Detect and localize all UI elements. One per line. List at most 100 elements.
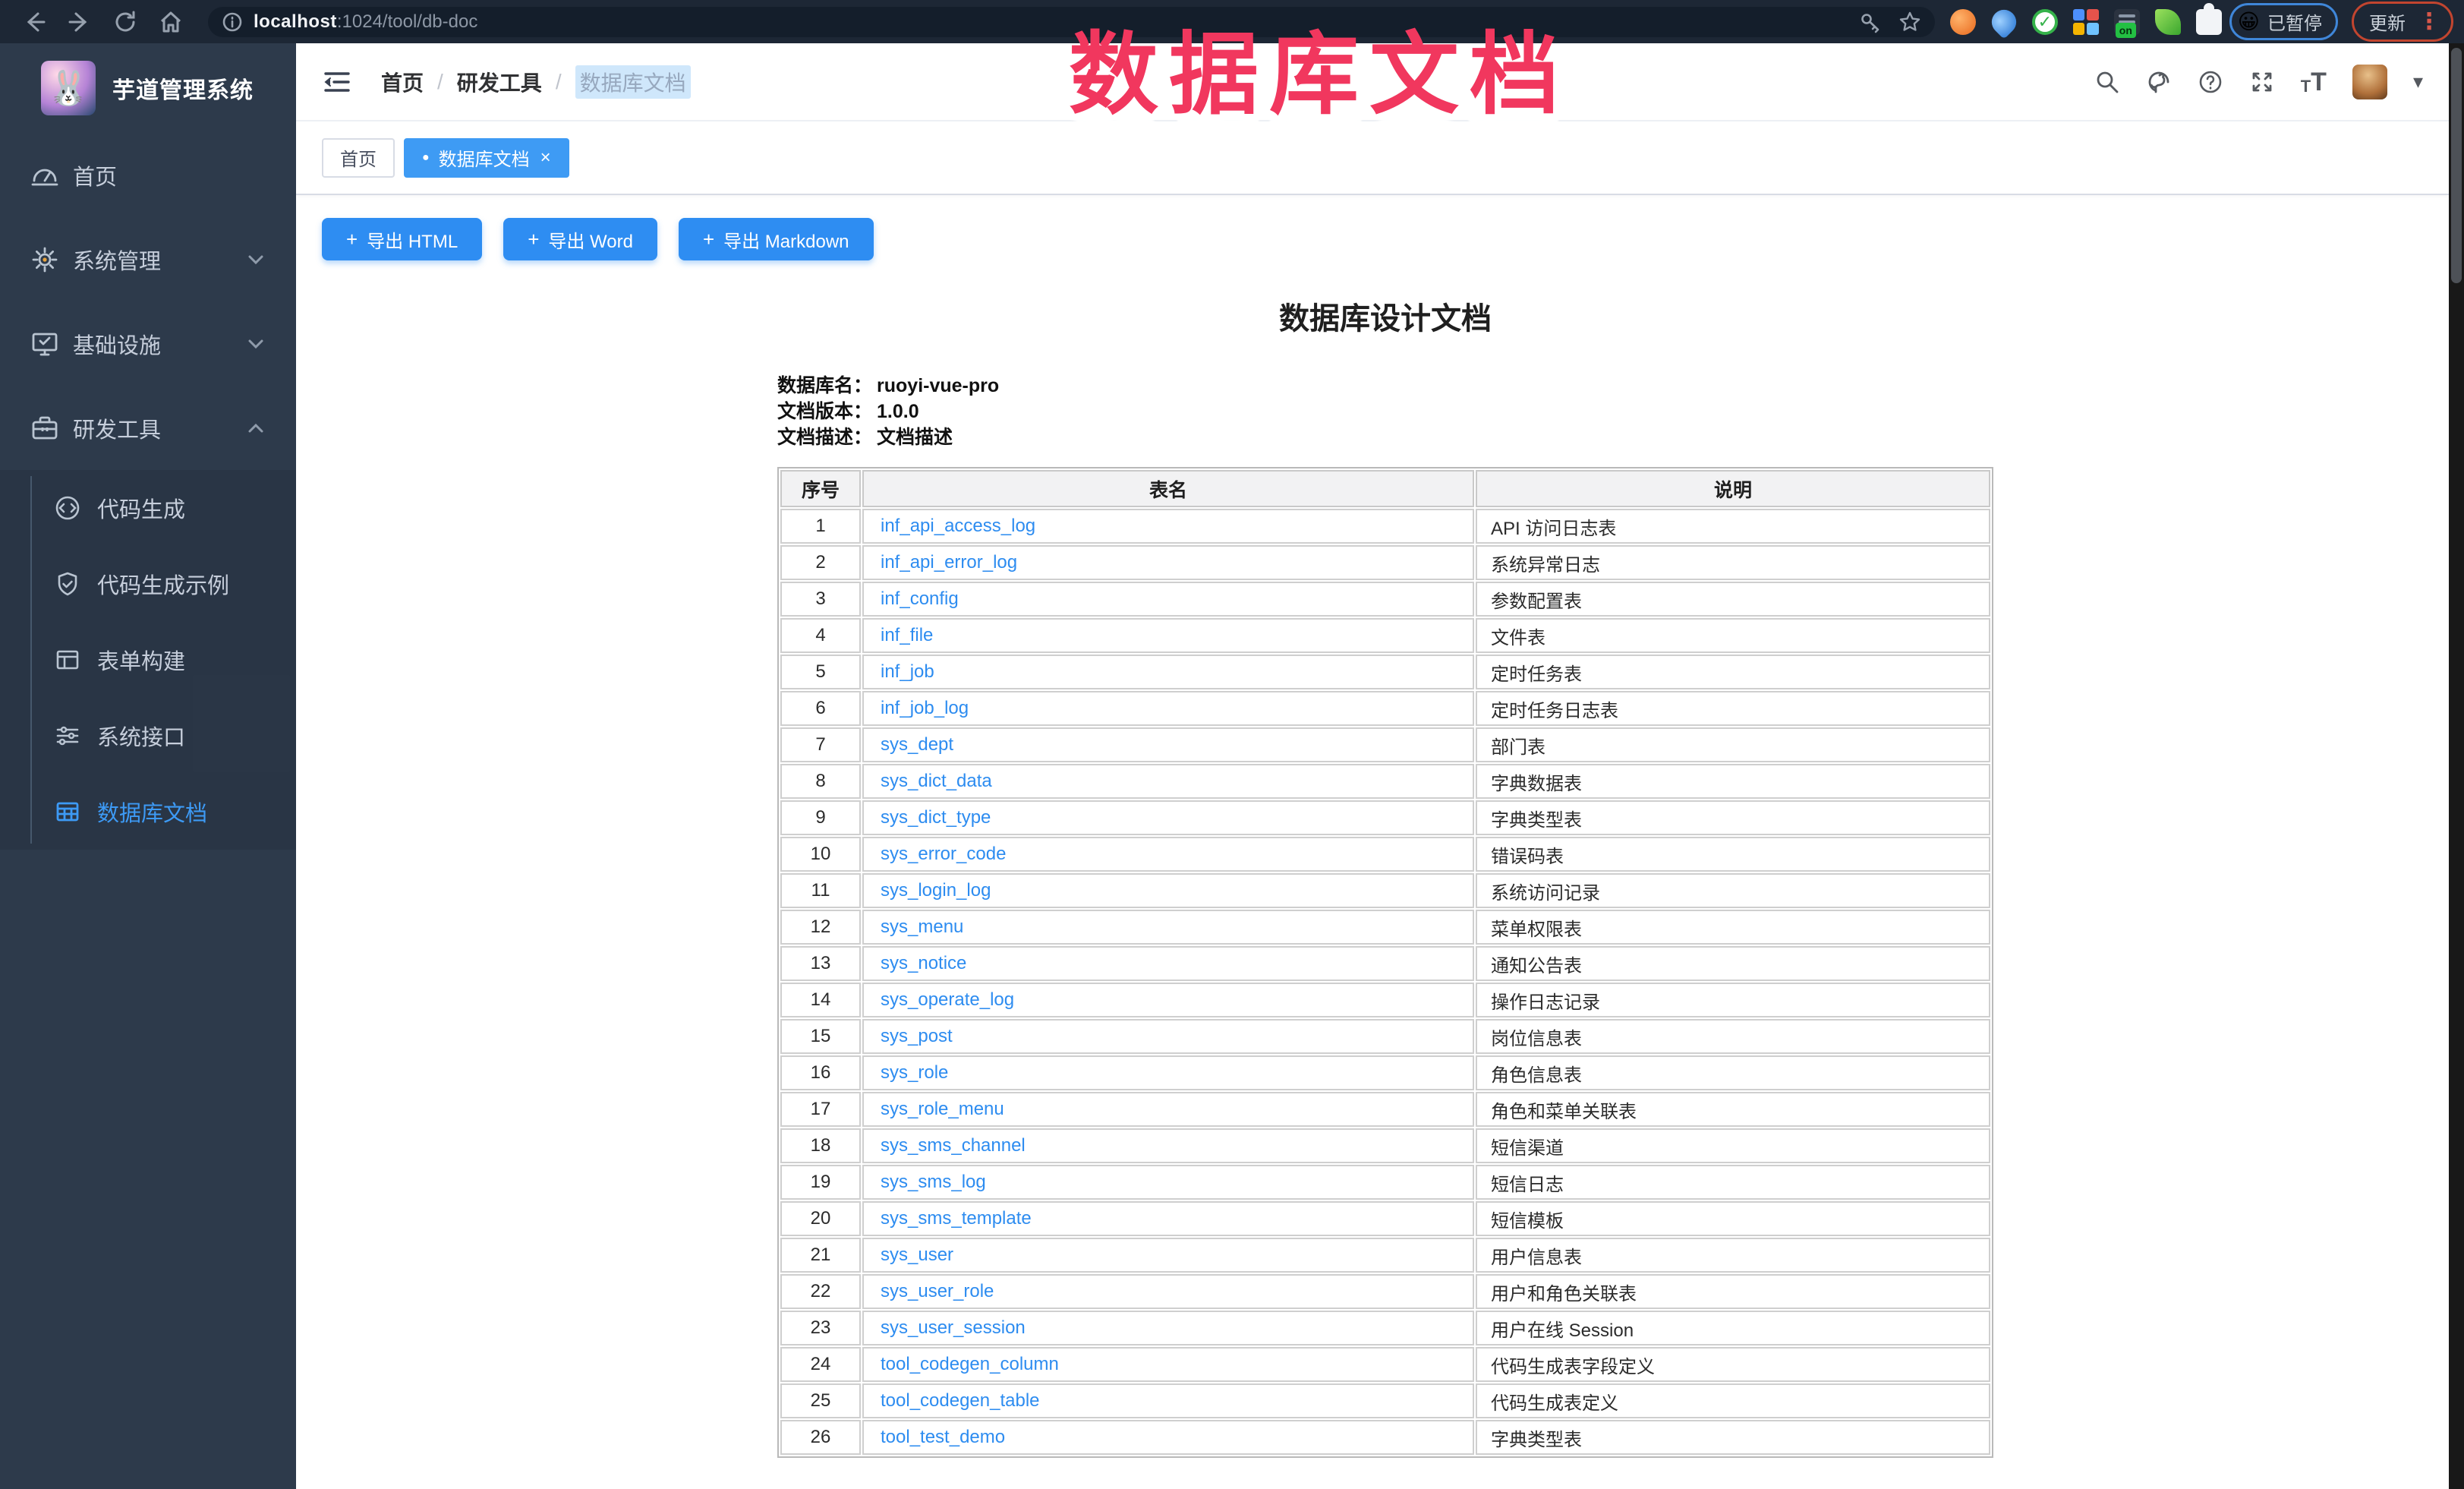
row-desc: 通知公告表 (1476, 946, 1990, 981)
sidebar-item-system[interactable]: 系统管理 (0, 217, 296, 301)
table-link[interactable]: inf_job_log (881, 698, 969, 718)
scrollbar-thumb[interactable] (2451, 48, 2462, 283)
doc-title: 数据库设计文档 (777, 294, 1993, 338)
site-info-icon[interactable] (222, 11, 243, 33)
tags-view-bar: 首页 ● 数据库文档 × (296, 121, 2449, 195)
sidebar-item-api[interactable]: 系统接口 (0, 698, 296, 774)
table-link[interactable]: tool_codegen_column (881, 1354, 1059, 1374)
fullscreen-icon[interactable] (2249, 69, 2275, 95)
toolbox-icon (30, 414, 59, 443)
reload-icon[interactable] (112, 9, 138, 35)
table-link[interactable]: sys_login_log (881, 880, 991, 901)
row-desc: API 访问日志表 (1476, 509, 1990, 544)
breadcrumb-devtools[interactable]: 研发工具 (457, 67, 542, 97)
table-link[interactable]: sys_dept (881, 734, 953, 755)
table-link[interactable]: sys_notice (881, 953, 966, 973)
sidebar-item-infra[interactable]: 基础设施 (0, 301, 296, 386)
browser-toolbar: localhost :1024/tool/db-doc ✓ on 😀 已暂停 更… (0, 0, 2464, 43)
table-link[interactable]: sys_role (881, 1062, 948, 1083)
table-link[interactable]: inf_file (881, 625, 933, 645)
table-link[interactable]: tool_test_demo (881, 1427, 1005, 1447)
row-desc: 用户信息表 (1476, 1238, 1990, 1273)
table-link[interactable]: sys_sms_channel (881, 1135, 1026, 1156)
ext-dark-stack-icon[interactable]: on (2114, 9, 2140, 35)
sidebar-item-devtools[interactable]: 研发工具 (0, 386, 296, 470)
table-link[interactable]: sys_dict_type (881, 807, 991, 828)
tab-home[interactable]: 首页 (322, 138, 395, 178)
export-markdown-button[interactable]: + 导出 Markdown (679, 218, 874, 260)
ext-color-grid-icon[interactable] (2073, 9, 2099, 35)
table-link[interactable]: sys_user (881, 1245, 953, 1265)
table-link[interactable]: sys_user_session (881, 1317, 1026, 1338)
sidebar-item-home[interactable]: 首页 (0, 133, 296, 217)
paused-extension-badge[interactable]: 😀 已暂停 (2229, 3, 2338, 40)
row-seq: 14 (780, 983, 861, 1017)
sidebar-item-form-builder[interactable]: 表单构建 (0, 622, 296, 698)
user-avatar[interactable] (2352, 65, 2387, 99)
breadcrumb-home[interactable]: 首页 (381, 67, 424, 97)
table-link[interactable]: inf_api_access_log (881, 516, 1035, 536)
export-word-button[interactable]: + 导出 Word (503, 218, 657, 260)
table-link[interactable]: inf_config (881, 588, 959, 609)
page-content: + 导出 HTML + 导出 Word + 导出 Markdown 数据库设计文… (296, 195, 2449, 1458)
gear-icon (30, 245, 59, 274)
table-row: 6 inf_job_log 定时任务日志表 (780, 691, 1990, 726)
table-link[interactable]: sys_user_role (881, 1281, 994, 1301)
search-icon[interactable] (2094, 69, 2120, 95)
sidebar-item-db-doc[interactable]: 数据库文档 (0, 774, 296, 850)
app-header: 首页 / 研发工具 / 数据库文档 TT ▾ (296, 43, 2449, 121)
row-desc: 短信渠道 (1476, 1128, 1990, 1163)
ext-puzzle-icon[interactable] (2196, 9, 2222, 35)
forward-icon[interactable] (67, 9, 93, 35)
on-badge: on (2116, 23, 2136, 38)
password-key-icon[interactable] (1859, 11, 1882, 33)
row-desc: 岗位信息表 (1476, 1019, 1990, 1054)
close-tab-icon[interactable]: × (540, 149, 551, 167)
export-html-button[interactable]: + 导出 HTML (322, 218, 482, 260)
table-link[interactable]: inf_api_error_log (881, 552, 1017, 573)
address-bar[interactable]: localhost :1024/tool/db-doc (208, 7, 1935, 37)
sidebar-item-codegen[interactable]: 代码生成 (0, 470, 296, 546)
table-link[interactable]: sys_sms_log (881, 1172, 986, 1192)
table-link[interactable]: sys_role_menu (881, 1099, 1004, 1119)
browser-menu-icon[interactable]: ⋮ (2418, 11, 2440, 33)
ext-green-leaf-icon[interactable] (2155, 9, 2181, 35)
table-row: 8 sys_dict_data 字典数据表 (780, 764, 1990, 799)
app-logo-row[interactable]: 🐰 芋道管理系统 (0, 43, 296, 133)
help-icon[interactable] (2198, 69, 2223, 95)
home-icon[interactable] (158, 9, 184, 35)
row-desc: 用户在线 Session (1476, 1311, 1990, 1345)
row-desc: 定时任务日志表 (1476, 691, 1990, 726)
table-link[interactable]: sys_sms_template (881, 1208, 1032, 1229)
avatar-caret-down-icon[interactable]: ▾ (2413, 70, 2423, 93)
table-grid-icon (55, 799, 80, 825)
col-desc: 说明 (1476, 470, 1990, 507)
github-icon[interactable] (2146, 69, 2172, 95)
font-size-icon[interactable]: TT (2301, 69, 2327, 95)
sidebar-item-codegen-demo[interactable]: 代码生成示例 (0, 546, 296, 622)
table-link[interactable]: sys_post (881, 1026, 953, 1046)
breadcrumb-current: 数据库文档 (575, 65, 691, 99)
ext-blue-pin-icon[interactable] (1987, 5, 2021, 39)
row-seq: 7 (780, 727, 861, 762)
table-link[interactable]: inf_job (881, 661, 934, 682)
tab-db-doc[interactable]: ● 数据库文档 × (404, 138, 569, 178)
table-link[interactable]: tool_codegen_table (881, 1390, 1040, 1411)
table-link[interactable]: sys_operate_log (881, 989, 1014, 1010)
row-seq: 13 (780, 946, 861, 981)
update-button[interactable]: 更新 (2369, 8, 2406, 35)
sidebar: 🐰 芋道管理系统 首页 系统管理 基础设施 研发工具 (0, 43, 296, 1489)
table-link[interactable]: sys_error_code (881, 844, 1006, 864)
page-scrollbar[interactable] (2449, 43, 2464, 1489)
sidebar-collapse-icon[interactable] (322, 67, 352, 97)
table-link[interactable]: sys_menu (881, 916, 963, 937)
ext-green-check-icon[interactable]: ✓ (2032, 9, 2058, 35)
table-row: 13 sys_notice 通知公告表 (780, 946, 1990, 981)
bookmark-star-icon[interactable] (1898, 11, 1921, 33)
back-icon[interactable] (21, 9, 47, 35)
table-link[interactable]: sys_dict_data (881, 771, 992, 791)
browser-update-area[interactable]: 更新 ⋮ (2352, 2, 2453, 42)
row-seq: 22 (780, 1274, 861, 1309)
col-name: 表名 (862, 470, 1474, 507)
ext-orange-circle-icon[interactable] (1950, 9, 1976, 35)
